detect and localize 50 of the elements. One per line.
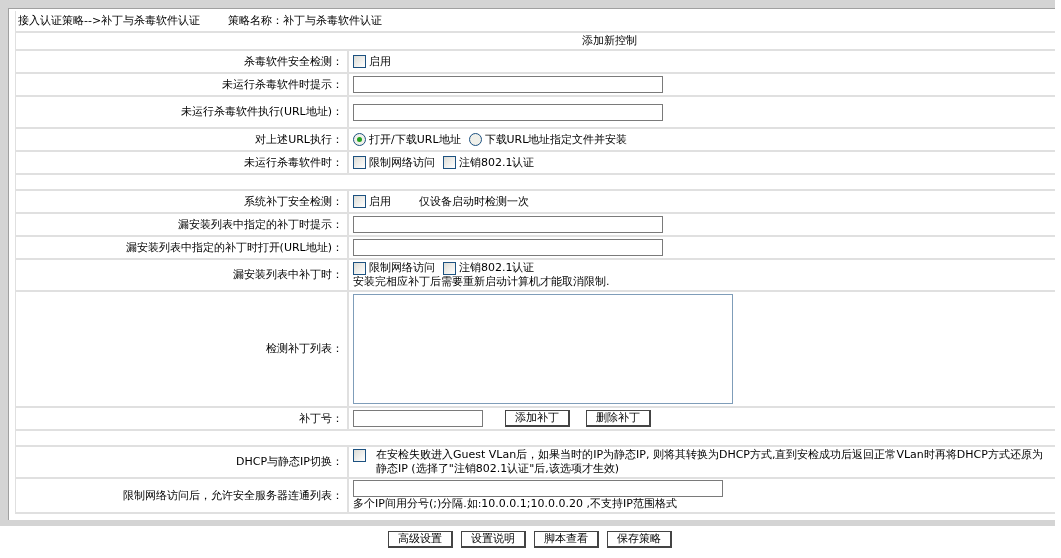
field-label: 漏安装列表中指定的补丁时提示： xyxy=(178,217,343,232)
breadcrumb: 接入认证策略-->补丁与杀毒软件认证 xyxy=(18,14,201,28)
checkbox[interactable] xyxy=(353,449,366,462)
footer-button[interactable]: 高级设置 xyxy=(387,531,453,548)
checkbox-label: 启用 xyxy=(369,54,391,69)
field-label: 未运行杀毒软件执行(URL地址)： xyxy=(180,105,343,119)
server-list-field[interactable] xyxy=(353,480,723,497)
input-field[interactable] xyxy=(353,239,663,256)
field-label: 漏安装列表中指定的补丁时打开(URL地址)： xyxy=(125,240,343,255)
section-title: 添加新控制 xyxy=(582,34,637,47)
field-label: 补丁号： xyxy=(299,411,343,426)
field-label: 系统补丁安全检测： xyxy=(244,194,343,209)
checkbox-label: 注销802.1认证 xyxy=(459,155,535,170)
description-text: 在安检失败进入Guest VLan后，如果当时的IP为静态IP, 则将其转换为DHCP方式,直到安检成功后返回正常VLan时再将DHCP方式还原为静态IP (选择了"注销802.1认证"后,该选项才生效) xyxy=(376,448,1044,476)
checkbox[interactable] xyxy=(353,261,366,275)
checkbox[interactable] xyxy=(443,261,456,275)
radio-label: 下载URL地址指定文件并安装 xyxy=(484,132,628,147)
checkbox-label: 限制网络访问 xyxy=(369,155,435,170)
radio-button[interactable] xyxy=(468,133,482,146)
note-text: 仅设备启动时检测一次 xyxy=(419,194,529,209)
patch-button[interactable]: 删除补丁 xyxy=(586,410,651,427)
field-label: 限制网络访问后，允许安全服务器连通列表： xyxy=(123,488,343,503)
checkbox-label: 启用 xyxy=(369,194,391,209)
field-label: 杀毒软件安全检测： xyxy=(244,54,343,69)
policy-name: 策略名称：补丁与杀毒软件认证 xyxy=(228,14,383,28)
hint-text: 多个IP间用分号(;)分隔.如:10.0.0.1;10.0.0.20 ,不支持IP范围格式 xyxy=(353,497,678,511)
footer-button[interactable]: 设置说明 xyxy=(460,531,526,548)
input-field[interactable] xyxy=(353,103,663,121)
footer-button[interactable]: 保存策略 xyxy=(606,531,672,548)
checkbox[interactable] xyxy=(353,55,366,68)
field-label: 对上述URL执行： xyxy=(255,132,343,147)
footer-button[interactable]: 脚本查看 xyxy=(533,531,599,548)
hint-text: 安装完相应补丁后需要重新启动计算机才能取消限制. xyxy=(353,275,611,289)
checkbox[interactable] xyxy=(353,195,366,208)
radio-label: 打开/下载URL地址 xyxy=(369,132,461,147)
field-label: 漏安装列表中补丁时： xyxy=(233,268,343,282)
checkbox-label: 注销802.1认证 xyxy=(459,261,535,275)
patch-list-field[interactable] xyxy=(353,294,733,404)
radio-button[interactable] xyxy=(353,133,366,146)
checkbox[interactable] xyxy=(443,156,456,169)
patch-button[interactable]: 添加补丁 xyxy=(505,410,570,427)
checkbox-label: 限制网络访问 xyxy=(369,261,435,275)
patch-number-field[interactable] xyxy=(353,410,483,427)
input-field[interactable] xyxy=(353,76,663,93)
field-label: 未运行杀毒软件时： xyxy=(244,155,343,170)
checkbox[interactable] xyxy=(353,156,366,169)
input-field[interactable] xyxy=(353,216,663,233)
field-label: 检测补丁列表： xyxy=(266,342,343,356)
field-label: DHCP与静态IP切换： xyxy=(236,455,343,469)
field-label: 未运行杀毒软件时提示： xyxy=(222,77,343,92)
